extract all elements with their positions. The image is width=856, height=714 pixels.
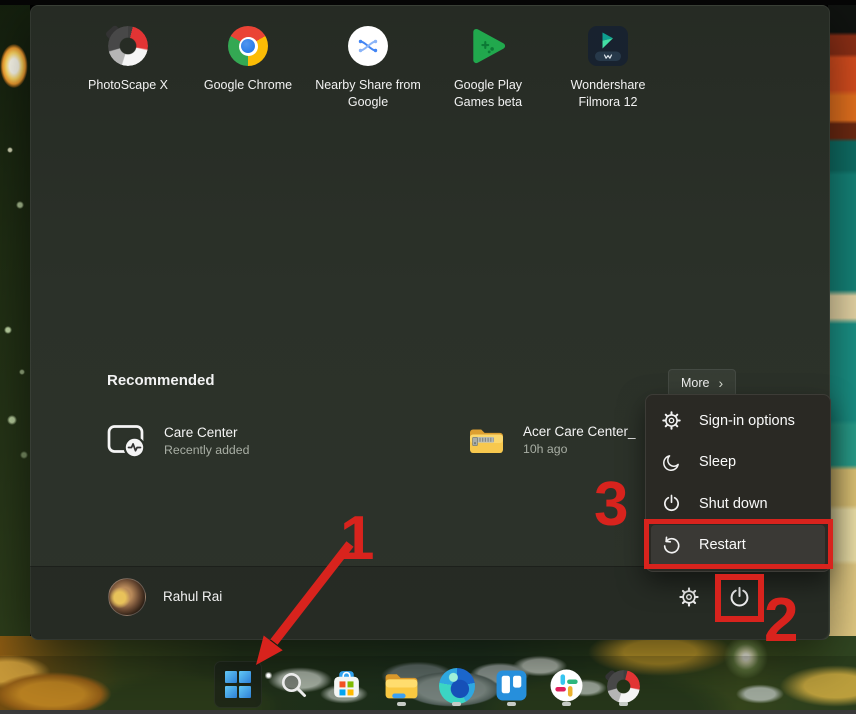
recommended-item-acer-care-center[interactable]: Acer Care Center_ 10h ago bbox=[468, 424, 636, 456]
taskbar-background bbox=[0, 656, 856, 710]
pinned-app-photoscape-x[interactable]: PhotoScape X bbox=[68, 24, 188, 111]
wallpaper-left-strip bbox=[0, 0, 30, 714]
photoscape-icon bbox=[104, 24, 148, 68]
recommended-item-title: Care Center bbox=[164, 425, 238, 440]
power-icon bbox=[661, 493, 682, 514]
running-indicator bbox=[619, 702, 628, 706]
taskbar-microsoft-edge[interactable] bbox=[439, 668, 475, 704]
annotation-box-power bbox=[715, 574, 764, 622]
annotation-step-2: 2 bbox=[764, 586, 799, 655]
recommended-item-title: Acer Care Center_ bbox=[523, 424, 636, 439]
menu-item-label: Sleep bbox=[699, 454, 737, 471]
taskbar-slack[interactable] bbox=[550, 669, 583, 702]
pinned-app-wondershare-filmora[interactable]: Wondershare Filmora 12 bbox=[548, 24, 668, 111]
taskbar-photoscape-x[interactable] bbox=[604, 669, 640, 703]
filmora-icon bbox=[588, 24, 628, 68]
recommended-item-subtitle: 10h ago bbox=[523, 442, 568, 456]
zip-folder-icon bbox=[468, 424, 506, 456]
annotation-step-1: 1 bbox=[340, 504, 375, 573]
annotation-box-restart bbox=[644, 519, 833, 569]
annotation-step-3: 3 bbox=[594, 470, 629, 539]
care-center-icon bbox=[107, 424, 147, 458]
play-games-icon bbox=[468, 24, 508, 68]
recommended-item-care-center[interactable]: Care Center Recently added bbox=[107, 424, 249, 458]
running-indicator bbox=[507, 702, 516, 706]
app-label: Google Chrome bbox=[203, 78, 293, 92]
menu-item-sign-in-options[interactable]: Sign-in options bbox=[651, 400, 825, 442]
menu-item-label: Sign-in options bbox=[699, 412, 795, 429]
taskbar-start-button[interactable] bbox=[214, 661, 262, 708]
more-button-label: More bbox=[681, 376, 710, 390]
recommended-heading: Recommended bbox=[107, 372, 215, 389]
running-indicator bbox=[452, 702, 461, 706]
search-icon bbox=[278, 669, 310, 701]
screen: PhotoScape X Google Chrome Nearby Share … bbox=[0, 0, 856, 714]
screen-bottom-edge bbox=[0, 710, 856, 714]
app-label: Nearby Share from Google bbox=[315, 78, 421, 109]
app-label: Wondershare Filmora 12 bbox=[570, 78, 646, 109]
windows-logo-icon bbox=[224, 671, 252, 698]
taskbar-file-explorer[interactable] bbox=[383, 670, 420, 701]
store-icon bbox=[330, 668, 363, 701]
pinned-app-nearby-share[interactable]: Nearby Share from Google bbox=[308, 24, 428, 111]
chrome-icon bbox=[228, 24, 268, 68]
slack-icon bbox=[550, 669, 583, 702]
edge-icon bbox=[439, 668, 475, 704]
pinned-app-google-chrome[interactable]: Google Chrome bbox=[188, 24, 308, 111]
moon-icon bbox=[661, 452, 682, 473]
menu-item-sleep[interactable]: Sleep bbox=[651, 442, 825, 484]
taskbar-search-button[interactable] bbox=[278, 669, 310, 701]
settings-gear-icon[interactable] bbox=[678, 586, 700, 608]
user-name[interactable]: Rahul Rai bbox=[163, 589, 222, 604]
wallpaper-right-strip bbox=[828, 0, 856, 714]
app-label: Google Play Games beta bbox=[453, 78, 523, 109]
chevron-right-icon: › bbox=[718, 375, 724, 391]
trello-icon bbox=[495, 669, 528, 702]
more-button[interactable]: More › bbox=[668, 369, 737, 397]
avatar[interactable] bbox=[108, 578, 146, 616]
running-indicator bbox=[397, 702, 406, 706]
gear-icon bbox=[661, 410, 682, 431]
pinned-apps-row: PhotoScape X Google Chrome Nearby Share … bbox=[68, 24, 668, 111]
photoscape-icon bbox=[604, 669, 640, 703]
app-label: PhotoScape X bbox=[88, 78, 168, 92]
nearby-share-icon bbox=[348, 24, 388, 68]
recommended-item-subtitle: Recently added bbox=[164, 443, 250, 457]
taskbar-trello[interactable] bbox=[495, 669, 528, 702]
folder-icon bbox=[383, 670, 420, 701]
wallpaper-sparkle bbox=[265, 672, 272, 679]
pinned-app-google-play-games[interactable]: Google Play Games beta bbox=[428, 24, 548, 111]
running-indicator bbox=[562, 702, 571, 706]
taskbar-microsoft-store[interactable] bbox=[330, 668, 363, 701]
start-menu-footer bbox=[30, 566, 828, 639]
menu-item-label: Shut down bbox=[699, 495, 768, 512]
